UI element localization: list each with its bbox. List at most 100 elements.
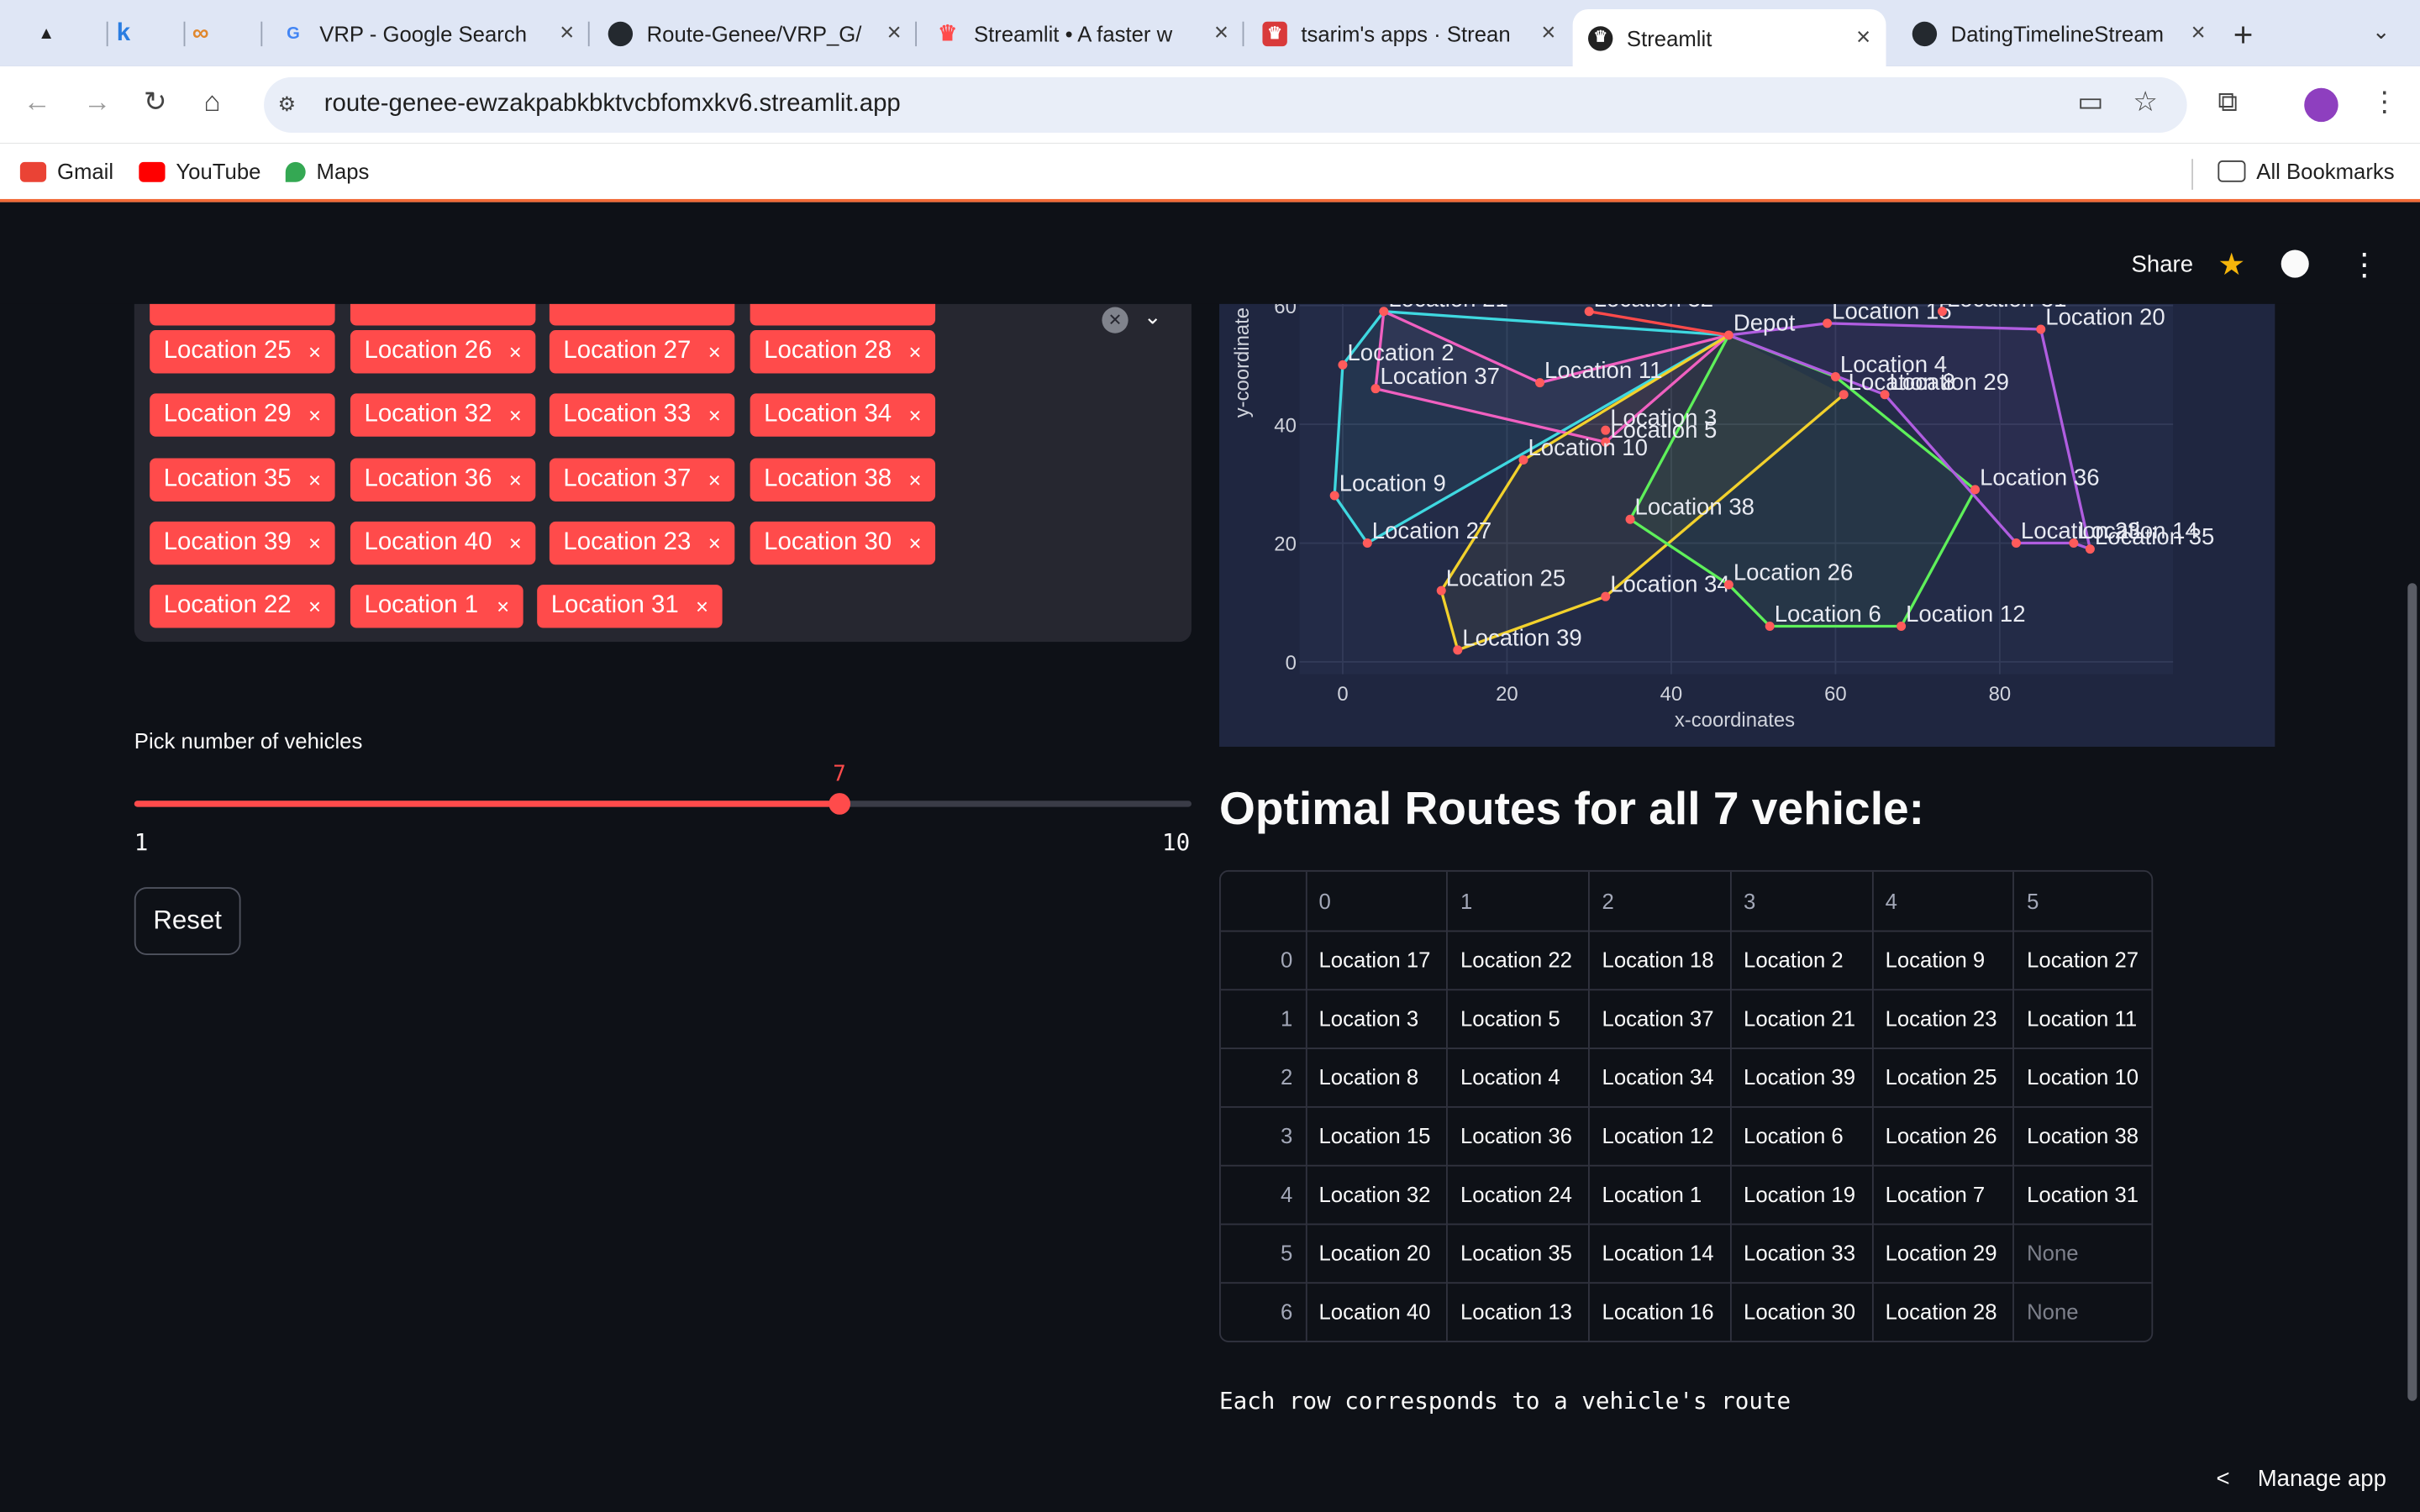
table-cell[interactable]: Location 36 bbox=[1447, 1105, 1590, 1166]
remove-chip-icon[interactable]: × bbox=[708, 402, 721, 427]
back-arrow-icon[interactable]: ← bbox=[24, 87, 51, 119]
remove-chip-icon[interactable]: × bbox=[509, 531, 522, 555]
location-chip[interactable]: Location 26 × bbox=[350, 330, 536, 374]
table-cell[interactable]: Location 27 bbox=[2013, 930, 2152, 990]
routes-table[interactable]: 0 1 2 3 4 5 0 Location 17 Location 22 Lo… bbox=[1219, 869, 2154, 1342]
manage-app-button[interactable]: < Manage app bbox=[2204, 1444, 2420, 1512]
remove-chip-icon[interactable]: × bbox=[708, 339, 721, 364]
location-chip[interactable]: Location 1 × bbox=[350, 585, 523, 628]
address-bar[interactable]: ⚙ route-genee-ewzakpabkbktvcbfomxkv6.str… bbox=[264, 76, 2187, 133]
location-chip[interactable]: Location 38 × bbox=[750, 458, 936, 501]
table-cell[interactable]: Location 3 bbox=[1305, 989, 1449, 1049]
location-chip[interactable] bbox=[549, 303, 735, 326]
close-tab-icon[interactable]: × bbox=[886, 19, 901, 47]
table-cell[interactable]: Location 38 bbox=[2013, 1105, 2152, 1166]
table-cell[interactable]: Location 29 bbox=[1871, 1223, 2015, 1284]
location-chip[interactable]: Location 29 × bbox=[150, 393, 335, 437]
table-cell[interactable]: Location 6 bbox=[1730, 1105, 1873, 1166]
location-chip[interactable]: Location 25 × bbox=[150, 330, 335, 374]
table-cell[interactable]: Location 23 bbox=[1871, 989, 2015, 1049]
new-tab-button[interactable]: + bbox=[2233, 15, 2254, 55]
remove-chip-icon[interactable]: × bbox=[509, 402, 522, 427]
remove-chip-icon[interactable]: × bbox=[696, 594, 708, 618]
clear-all-icon[interactable]: ✕ bbox=[1102, 307, 1128, 333]
forward-arrow-icon[interactable]: → bbox=[83, 87, 111, 119]
location-chip[interactable]: Location 39 × bbox=[150, 521, 335, 565]
table-cell[interactable]: Location 15 bbox=[1305, 1105, 1449, 1166]
location-chip[interactable] bbox=[150, 303, 335, 326]
chevron-down-icon[interactable]: ⌄ bbox=[1144, 304, 1162, 330]
site-settings-icon[interactable]: ⚙ bbox=[278, 92, 306, 117]
table-cell[interactable]: Location 35 bbox=[1447, 1223, 1590, 1284]
location-chip[interactable]: Location 40 × bbox=[350, 521, 536, 565]
table-cell[interactable]: None bbox=[2013, 1282, 2151, 1341]
column-header[interactable]: 5 bbox=[2013, 871, 2152, 932]
install-app-icon[interactable]: ▭ bbox=[2077, 87, 2103, 119]
table-cell[interactable]: Location 30 bbox=[1730, 1282, 1873, 1341]
home-icon[interactable]: ⌂ bbox=[203, 87, 220, 119]
table-cell[interactable]: Location 7 bbox=[1871, 1164, 2015, 1225]
location-chip[interactable]: Location 33 × bbox=[549, 393, 735, 437]
tab-tsarim-apps[interactable]: ♛ tsarim's apps · Strean × bbox=[1247, 9, 1571, 57]
table-cell[interactable]: Location 9 bbox=[1871, 930, 2015, 990]
table-cell[interactable]: Location 40 bbox=[1305, 1282, 1449, 1341]
column-header[interactable]: 1 bbox=[1447, 871, 1590, 932]
location-chip[interactable] bbox=[750, 303, 936, 326]
table-cell[interactable]: Location 33 bbox=[1730, 1223, 1873, 1284]
route-map-chart[interactable]: Depot Location 21 Location 32 Location 15 Lo… bbox=[1219, 303, 2275, 747]
location-chip[interactable]: Location 32 × bbox=[350, 393, 536, 437]
table-cell[interactable]: Location 5 bbox=[1447, 989, 1590, 1049]
remove-chip-icon[interactable]: × bbox=[308, 468, 321, 492]
all-bookmarks[interactable]: All Bookmarks bbox=[2217, 159, 2395, 184]
table-cell[interactable]: Location 28 bbox=[1871, 1282, 2015, 1341]
close-tab-icon[interactable]: × bbox=[1856, 24, 1870, 51]
table-cell[interactable]: Location 39 bbox=[1730, 1047, 1873, 1107]
table-cell[interactable]: Location 13 bbox=[1447, 1282, 1590, 1341]
table-cell[interactable]: Location 32 bbox=[1305, 1164, 1449, 1225]
location-chip[interactable]: Location 35 × bbox=[150, 458, 335, 501]
table-cell[interactable]: Location 17 bbox=[1305, 930, 1449, 990]
github-icon[interactable] bbox=[2281, 249, 2309, 278]
main-menu-icon[interactable]: ⋮ bbox=[2349, 245, 2381, 284]
remove-chip-icon[interactable]: × bbox=[308, 402, 321, 427]
share-button[interactable]: Share bbox=[2132, 251, 2194, 277]
location-chip[interactable]: Location 37 × bbox=[549, 458, 735, 501]
reset-button[interactable]: Reset bbox=[134, 887, 241, 955]
location-chip[interactable] bbox=[350, 303, 536, 326]
table-cell[interactable]: Location 19 bbox=[1730, 1164, 1873, 1225]
column-header[interactable]: 2 bbox=[1588, 871, 1732, 932]
table-cell[interactable]: Location 16 bbox=[1588, 1282, 1732, 1341]
table-cell[interactable]: Location 1 bbox=[1588, 1164, 1732, 1225]
remove-chip-icon[interactable]: × bbox=[708, 468, 721, 492]
table-cell[interactable]: Location 37 bbox=[1588, 989, 1732, 1049]
table-cell[interactable]: Location 22 bbox=[1447, 930, 1590, 990]
locations-multiselect[interactable]: Location 25 × Location 26 × Location 27 × L… bbox=[134, 303, 1192, 643]
location-chip[interactable]: Location 30 × bbox=[750, 521, 936, 565]
tab-github-dating[interactable]: DatingTimelineStream × bbox=[1897, 9, 2221, 57]
bookmark-gmail[interactable]: Gmail bbox=[19, 159, 113, 184]
close-tab-icon[interactable]: × bbox=[560, 19, 574, 47]
tab-google-search[interactable]: G VRP - Google Search × bbox=[266, 9, 590, 57]
table-cell[interactable]: Location 31 bbox=[2013, 1164, 2152, 1225]
remove-chip-icon[interactable]: × bbox=[908, 339, 921, 364]
location-chip[interactable]: Location 27 × bbox=[549, 330, 735, 374]
reload-icon[interactable]: ↻ bbox=[144, 87, 167, 119]
table-cell[interactable]: Location 18 bbox=[1588, 930, 1732, 990]
table-cell[interactable]: None bbox=[2013, 1223, 2152, 1284]
remove-chip-icon[interactable]: × bbox=[497, 594, 509, 618]
location-chip[interactable]: Location 31 × bbox=[537, 585, 723, 628]
remove-chip-icon[interactable]: × bbox=[908, 468, 921, 492]
tab-streamlit-faster[interactable]: ♛ Streamlit • A faster w × bbox=[920, 9, 1244, 57]
slider-thumb[interactable] bbox=[828, 793, 850, 815]
page-scrollbar[interactable] bbox=[2407, 583, 2417, 1401]
vehicles-slider-track[interactable] bbox=[134, 801, 1192, 807]
location-chip[interactable]: Location 36 × bbox=[350, 458, 536, 501]
table-cell[interactable]: Location 20 bbox=[1305, 1223, 1449, 1284]
tab-k[interactable]: k bbox=[111, 9, 186, 57]
tab-a[interactable]: ▲ bbox=[34, 9, 108, 57]
url-text[interactable]: route-genee-ewzakpabkbktvcbfomxkv6.strea… bbox=[324, 91, 901, 118]
column-header[interactable]: 4 bbox=[1871, 871, 2015, 932]
table-cell[interactable]: Location 11 bbox=[2013, 989, 2152, 1049]
location-chip[interactable]: Location 23 × bbox=[549, 521, 735, 565]
table-cell[interactable]: Location 25 bbox=[1871, 1047, 2015, 1107]
